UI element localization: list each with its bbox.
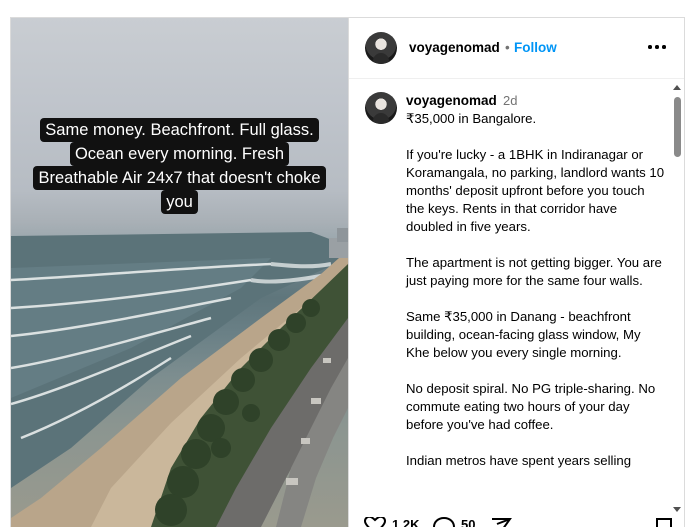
caption-paragraph: No deposit spiral. No PG triple-sharing.… bbox=[406, 381, 656, 432]
caption-paragraph: Same ₹35,000 in Danang - beachfront buil… bbox=[406, 309, 641, 360]
action-bar: 1.2K 50 bbox=[349, 515, 684, 527]
caption-line: you bbox=[161, 190, 198, 214]
post-caption-text: ₹35,000 in Bangalore. If you're lucky - … bbox=[406, 110, 666, 488]
post-header: voyagenomad • Follow bbox=[349, 18, 684, 79]
caption-paragraph: ₹35,000 in Bangalore. bbox=[406, 111, 537, 126]
more-options-icon[interactable] bbox=[647, 38, 667, 54]
caption-paragraph: Indian metros have spent years selling bbox=[406, 453, 632, 468]
scroll-down-arrow-icon[interactable] bbox=[673, 507, 681, 512]
avatar[interactable] bbox=[365, 92, 397, 124]
header-username[interactable]: voyagenomad bbox=[409, 40, 500, 55]
scroll-up-arrow-icon[interactable] bbox=[673, 85, 681, 90]
caption-line: Same money. Beachfront. Full glass. bbox=[40, 118, 319, 142]
post-image[interactable]: Same money. Beachfront. Full glass. Ocea… bbox=[11, 18, 348, 527]
caption-line: Ocean every morning. Fresh bbox=[69, 142, 290, 166]
caption-paragraph: If you're lucky - a 1BHK in Indiranagar … bbox=[406, 147, 665, 234]
post-caption-area: voyagenomad 2d ₹35,000 in Bangalore. If … bbox=[349, 79, 684, 527]
beach-scene bbox=[11, 228, 348, 527]
post-modal: Same money. Beachfront. Full glass. Ocea… bbox=[10, 17, 685, 527]
caption-line: Breathable Air 24x7 that doesn't choke bbox=[33, 166, 326, 190]
separator-dot: • bbox=[505, 40, 510, 55]
post-sidebar: voyagenomad • Follow voyagenomad 2d ₹35,… bbox=[348, 18, 684, 527]
avatar[interactable] bbox=[365, 32, 397, 64]
scrollbar-thumb[interactable] bbox=[674, 97, 681, 157]
image-caption: Same money. Beachfront. Full glass. Ocea… bbox=[11, 118, 348, 214]
caption-username[interactable]: voyagenomad bbox=[406, 93, 497, 108]
post-time[interactable]: 2d bbox=[503, 93, 517, 108]
caption-paragraph: The apartment is not getting bigger. You… bbox=[406, 255, 662, 288]
follow-button[interactable]: Follow bbox=[514, 40, 557, 55]
